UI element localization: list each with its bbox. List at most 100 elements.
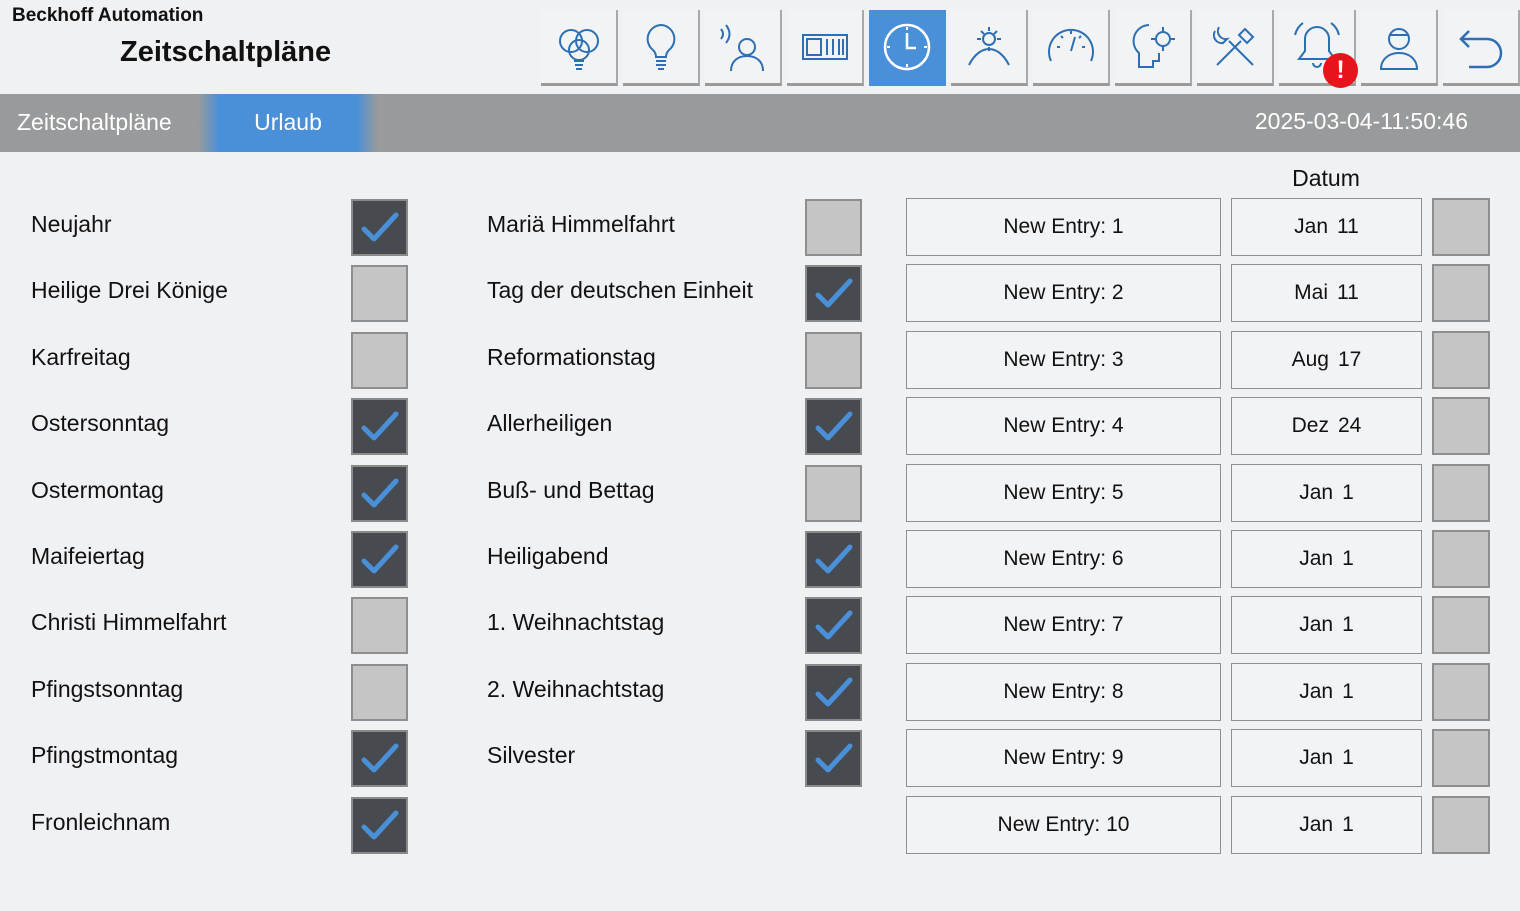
entry-date-button[interactable]: Aug 17 <box>1231 330 1422 389</box>
holiday-checkbox[interactable] <box>351 597 408 655</box>
tools-icon <box>1212 25 1254 66</box>
settings-head-icon <box>1132 23 1175 68</box>
entry-month: Jan <box>1294 215 1329 238</box>
schedules-button[interactable] <box>869 10 946 86</box>
entry-day: 1 <box>1342 812 1354 836</box>
holiday-label: Karfreitag <box>31 343 131 370</box>
service-button[interactable] <box>1197 10 1274 86</box>
entry-enable-checkbox[interactable] <box>1432 463 1490 522</box>
entry-enable-checkbox[interactable] <box>1432 330 1490 389</box>
holiday-label: Ostersonntag <box>31 410 170 437</box>
entry-name-button[interactable]: New Entry: 3 <box>906 330 1221 389</box>
company-name: Beckhoff Automation <box>12 5 204 26</box>
checkmark-icon <box>361 743 399 773</box>
holiday-checkbox[interactable] <box>805 265 862 323</box>
entry-enable-checkbox[interactable] <box>1432 264 1490 323</box>
holiday-checkbox[interactable] <box>805 464 862 522</box>
entry-date-button[interactable]: Jan 1 <box>1231 662 1422 721</box>
entry-enable-checkbox[interactable] <box>1432 530 1490 588</box>
energy-button[interactable] <box>1033 10 1110 86</box>
entry-enable-checkbox[interactable] <box>1432 198 1490 256</box>
holiday-checkbox[interactable] <box>805 663 862 721</box>
entry-name-button[interactable]: New Entry: 6 <box>906 530 1221 588</box>
user-button[interactable] <box>1361 10 1438 86</box>
entry-date-button[interactable]: Mai 11 <box>1231 264 1422 323</box>
holiday-checkbox[interactable] <box>351 265 408 323</box>
entry-name-button[interactable]: New Entry: 7 <box>906 596 1221 655</box>
checkmark-icon <box>361 810 399 840</box>
holiday-checkbox[interactable] <box>351 663 408 721</box>
entry-name-button[interactable]: New Entry: 9 <box>906 729 1221 788</box>
holiday-checkbox[interactable] <box>805 730 862 788</box>
alarm-badge: ! <box>1323 53 1358 88</box>
entry-name-button[interactable]: New Entry: 8 <box>906 662 1221 721</box>
holiday-checkbox[interactable] <box>351 398 408 456</box>
entry-name-button[interactable]: New Entry: 2 <box>906 264 1221 323</box>
entry-day: 24 <box>1338 414 1362 438</box>
entry-month: Jan <box>1299 746 1334 770</box>
holiday-label: Silvester <box>487 742 576 769</box>
checkmark-icon <box>815 677 853 707</box>
entry-enable-checkbox[interactable] <box>1432 662 1490 721</box>
entry-date-button[interactable]: Dez 24 <box>1231 397 1422 456</box>
tab-urlaub[interactable]: Urlaub <box>198 94 378 152</box>
holiday-checkbox[interactable] <box>351 331 408 389</box>
checkmark-icon <box>815 411 853 441</box>
user-icon <box>1379 27 1418 70</box>
weather-button[interactable] <box>951 10 1028 86</box>
entry-name-button[interactable]: New Entry: 5 <box>906 463 1221 522</box>
entry-enable-checkbox[interactable] <box>1432 729 1490 788</box>
alarms-button[interactable]: ! <box>1279 10 1358 88</box>
holiday-label: Tag der deutschen Einheit <box>487 277 753 304</box>
entry-date-button[interactable]: Jan 1 <box>1231 729 1422 788</box>
entry-name-button[interactable]: New Entry: 10 <box>906 795 1221 854</box>
holiday-label: Fronleichnam <box>31 808 171 835</box>
checkmark-icon <box>361 544 399 574</box>
blinds-icon <box>801 33 848 60</box>
entry-enable-checkbox[interactable] <box>1432 795 1490 854</box>
checkmark-icon <box>361 411 399 441</box>
holiday-checkbox[interactable] <box>351 531 408 588</box>
holiday-checkbox[interactable] <box>351 464 408 522</box>
entry-day: 11 <box>1337 281 1359 305</box>
entry-date-button[interactable]: Jan 1 <box>1231 596 1422 655</box>
entry-month: Mai <box>1294 281 1329 305</box>
entry-enable-checkbox[interactable] <box>1432 596 1490 655</box>
blinds-button[interactable] <box>787 10 864 86</box>
holiday-label: Pfingstmontag <box>31 742 179 769</box>
holiday-checkbox[interactable] <box>351 796 408 854</box>
holiday-checkbox[interactable] <box>805 331 862 389</box>
entry-date-button[interactable]: Jan 11 <box>1231 198 1422 256</box>
holiday-checkbox[interactable] <box>805 597 862 655</box>
lighting-button[interactable] <box>623 10 700 86</box>
holiday-label: 1. Weihnachtstag <box>487 609 665 636</box>
checkmark-icon <box>815 278 853 308</box>
clock-icon <box>883 23 930 70</box>
entry-name-button[interactable]: New Entry: 1 <box>906 198 1221 256</box>
lighting-groups-button[interactable] <box>541 10 618 86</box>
holiday-checkbox[interactable] <box>805 531 862 588</box>
holiday-checkbox[interactable] <box>805 398 862 456</box>
entry-day: 17 <box>1338 347 1362 371</box>
bulbs-icon <box>558 28 599 70</box>
entry-enable-checkbox[interactable] <box>1432 397 1490 456</box>
entry-name-button[interactable]: New Entry: 4 <box>906 397 1221 456</box>
holiday-checkbox[interactable] <box>351 730 408 788</box>
tab-zeitschaltplaene[interactable]: Zeitschaltpläne <box>0 94 200 152</box>
holiday-checkbox[interactable] <box>805 199 862 256</box>
entry-month: Jan <box>1299 679 1334 703</box>
entry-month: Dez <box>1291 414 1329 438</box>
holiday-label: Pfingstsonntag <box>31 675 184 702</box>
presence-button[interactable] <box>705 10 782 86</box>
entry-day: 1 <box>1342 746 1354 770</box>
entry-date-button[interactable]: Jan 1 <box>1231 463 1422 522</box>
back-button[interactable] <box>1443 10 1520 86</box>
holiday-label: Ostermontag <box>31 476 164 503</box>
system-settings-button[interactable] <box>1115 10 1192 86</box>
entry-date-button[interactable]: Jan 1 <box>1231 795 1422 854</box>
entry-day: 11 <box>1337 215 1359 238</box>
checkmark-icon <box>815 610 853 640</box>
entry-date-button[interactable]: Jan 1 <box>1231 530 1422 588</box>
weather-icon <box>967 26 1010 65</box>
holiday-checkbox[interactable] <box>351 199 408 256</box>
